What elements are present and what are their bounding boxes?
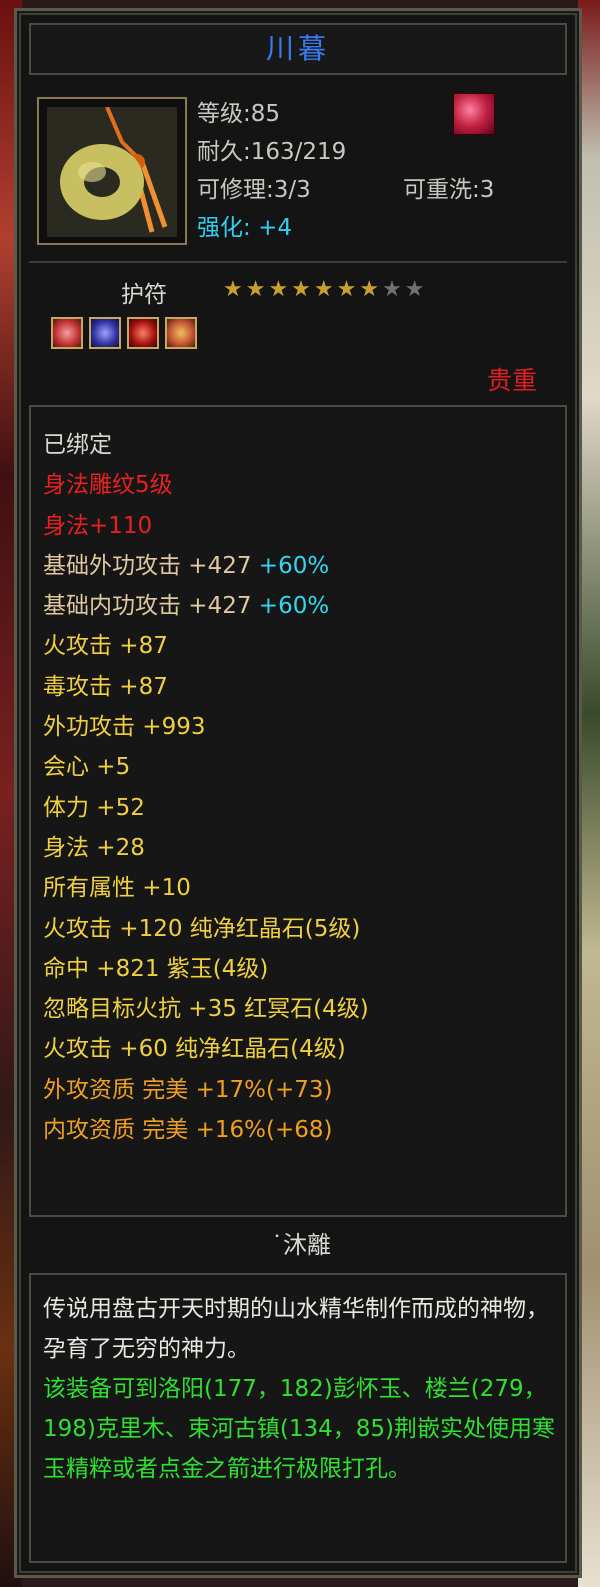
attribute-panel: 已绑定 身法雕纹5级 身法+110 基础外功攻击 +427 +60% 基础内功攻击 +4…	[29, 405, 567, 1217]
description: 传说用盘古开天时期的山水精华制作而成的神物，孕育了无穷的神力。 该装备可到洛阳(…	[43, 1289, 563, 1489]
item-type: 护符	[121, 282, 167, 308]
durability-label: 耐久:163/219	[197, 139, 347, 165]
lore-text: 传说用盘古开天时期的山水精华制作而成的神物，孕育了无穷的神力。	[43, 1296, 549, 1362]
quality-icon	[453, 93, 495, 135]
attribute-row: 已绑定	[43, 425, 369, 465]
attribute-row: 身法 +28	[43, 828, 369, 868]
attribute-row: 外攻资质 完美 +17%(+73)	[43, 1070, 369, 1110]
attribute-row: 内攻资质 完美 +16%(+68)	[43, 1110, 369, 1150]
attribute-row: 会心 +5	[43, 747, 369, 787]
set-name: ˙沐離	[271, 1231, 331, 1259]
attribute-text: 基础外功攻击 +427	[43, 552, 252, 579]
attribute-bonus: +60%	[251, 552, 330, 579]
jade-amulet-icon	[47, 107, 177, 237]
hint-text: 该装备可到洛阳(177，182)彭怀玉、楼兰(279，198)克里木、束河古镇(…	[43, 1376, 555, 1482]
attribute-row: 火攻击 +120 纯净红晶石(5级)	[43, 909, 369, 949]
gem-slot-icon[interactable]	[127, 317, 159, 349]
item-icon[interactable]	[37, 97, 187, 245]
attribute-text: 会心 +5	[43, 754, 131, 781]
attribute-text: 身法+110	[43, 512, 153, 539]
attribute-text: 外攻资质 完美 +17%(+73)	[43, 1076, 333, 1103]
attribute-text: 命中 +821 紫玉(4级)	[43, 955, 269, 982]
enhance-row: 强化: +4	[197, 209, 346, 247]
attribute-row: 基础外功攻击 +427 +60%	[43, 546, 369, 586]
attribute-text: 体力 +52	[43, 794, 145, 821]
enhance-value: +4	[258, 215, 292, 241]
attribute-text: 忽略目标火抗 +35 红冥石(4级)	[43, 996, 369, 1023]
attribute-text: 毒攻击 +87	[43, 673, 168, 700]
attribute-row: 火攻击 +87	[43, 626, 369, 666]
item-title-bar: 川暮	[29, 23, 567, 75]
repairable-label: 可修理:3/3	[197, 177, 311, 203]
enhance-label: 强化:	[197, 215, 251, 241]
attribute-row: 外功攻击 +993	[43, 707, 369, 747]
description-panel: 传说用盘古开天时期的山水精华制作而成的神物，孕育了无穷的神力。 该装备可到洛阳(…	[29, 1273, 567, 1563]
attribute-row: 命中 +821 紫玉(4级)	[43, 949, 369, 989]
attribute-text: 火攻击 +120 纯净红晶石(5级)	[43, 915, 361, 942]
item-name: 川暮	[265, 32, 330, 65]
attribute-row: 身法+110	[43, 506, 369, 546]
rarity-label: 贵重	[486, 366, 537, 395]
gem-slot-icon[interactable]	[165, 317, 197, 349]
attribute-row: 毒攻击 +87	[43, 667, 369, 707]
attribute-text: 内攻资质 完美 +16%(+68)	[43, 1117, 333, 1144]
gem-slots	[51, 317, 203, 349]
attribute-bonus: +60%	[251, 593, 330, 620]
stars-empty: ★★	[382, 277, 428, 302]
attribute-text: 已绑定	[43, 432, 112, 458]
gem-slot-icon[interactable]	[89, 317, 121, 349]
attribute-text: 身法雕纹5级	[43, 472, 173, 499]
attribute-text: 火攻击 +60 纯净红晶石(4级)	[43, 1036, 346, 1063]
rewash-label: 可重洗:3	[403, 177, 495, 203]
item-base-stats: 等级:85 耐久:163/219 可修理:3/3 强化: +4	[197, 95, 346, 247]
attribute-row: 忽略目标火抗 +35 红冥石(4级)	[43, 989, 369, 1029]
attribute-text: 外功攻击 +993	[43, 714, 206, 741]
attribute-row: 所有属性 +10	[43, 868, 369, 908]
attribute-row: 基础内功攻击 +427 +60%	[43, 586, 369, 626]
stars-filled: ★★★★★★★	[223, 277, 383, 302]
gem-slot-icon[interactable]	[51, 317, 83, 349]
attribute-row: 身法雕纹5级	[43, 465, 369, 505]
attribute-row: 火攻击 +60 纯净红晶石(4级)	[43, 1029, 369, 1069]
level-label: 等级:85	[197, 101, 281, 127]
star-rating: ★★★★★★★★★	[223, 277, 428, 302]
divider	[29, 261, 567, 263]
attribute-text: 火攻击 +87	[43, 633, 168, 660]
item-tooltip: 川暮 等级:85 耐久:163/219 可修理:3/3 强化: +4 可重洗:3…	[14, 8, 582, 1578]
attribute-text: 基础内功攻击 +427	[43, 593, 252, 620]
attribute-list: 已绑定 身法雕纹5级 身法+110 基础外功攻击 +427 +60% 基础内功攻击 +4…	[43, 425, 369, 1150]
attribute-row: 体力 +52	[43, 788, 369, 828]
attribute-text: 所有属性 +10	[43, 875, 191, 902]
attribute-text: 身法 +28	[43, 834, 145, 861]
